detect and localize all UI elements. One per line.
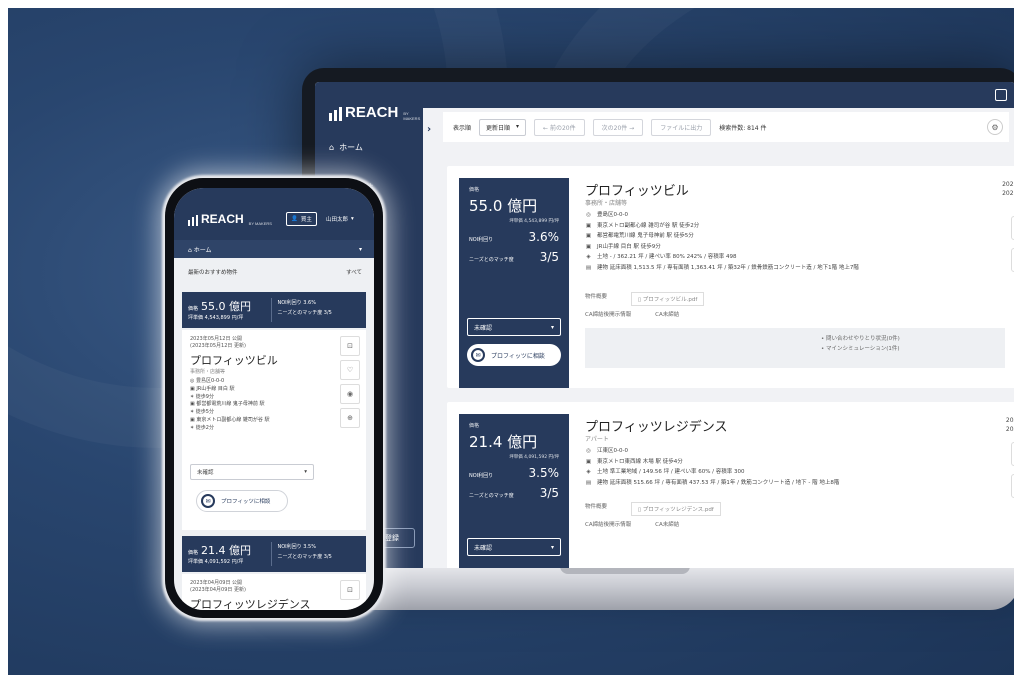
property-title[interactable]: プロフィッツビル [585, 180, 689, 199]
train-icon: ▣ [585, 233, 592, 239]
property-details: ◎ 豊島区0-0-0 ▣ JR山手線 目白 駅 ✶ 徒歩9分 ▣ 都営都電荒川線… [190, 378, 270, 431]
chat-icon[interactable]: ⊡ [340, 580, 360, 600]
chevron-down-icon: ▾ [351, 216, 354, 222]
status-dropdown[interactable]: 未確認 ▾ [467, 318, 561, 336]
result-count: 検索件数: 814 件 [719, 124, 767, 132]
train-icon: ▣ [190, 401, 195, 408]
noi-yield: 3.6% [528, 230, 560, 244]
share-icon[interactable]: ⊕ [340, 408, 360, 428]
location-icon: ◎ [190, 378, 195, 384]
property-price: 21.4 億円 [201, 544, 252, 557]
inquiry-history-link[interactable]: • 問い合わせやりとり状況(0件) [821, 334, 1005, 344]
property-summary-panel[interactable]: 価格 21.4 億円 坪単価 4,091,592 円/坪 NOI利回り 3.5% ニー… [182, 536, 366, 572]
building-icon: ▤ [585, 479, 592, 486]
chevron-down-icon: ▾ [516, 122, 520, 130]
location-icon: ◎ [586, 212, 591, 218]
chat-icon[interactable]: ⊡ [340, 336, 360, 356]
land-icon: ◈ [586, 469, 591, 475]
status-dropdown[interactable]: 未確認 ▾ [467, 538, 561, 556]
walk-icon: ✶ [190, 424, 195, 431]
property-overview-row: 物件概要 ▯ プロフィッツレジデンス.pdf [585, 502, 721, 516]
ca-row: CA締結後開示情報 CA未締結 [585, 522, 680, 528]
next-page-button[interactable]: 次の20件 → [592, 118, 644, 136]
property-card[interactable]: 価格 55.0 億円 坪単価 4,543,899 円/坪 NOI利回り 3.6% … [447, 166, 1014, 388]
topbar [423, 82, 1014, 108]
location-icon: ◎ [586, 448, 591, 454]
home-icon: ⌂ [188, 246, 192, 254]
user-icon: 👤 [291, 216, 298, 222]
match-score: 3/5 [539, 250, 559, 264]
pdf-link[interactable]: ▯ プロフィッツビル.pdf [631, 292, 705, 306]
chevron-down-icon: ▾ [358, 245, 362, 253]
walk-icon: ✶ [190, 409, 195, 416]
train-icon: ▣ [190, 416, 195, 423]
chevron-down-icon: ▾ [304, 469, 307, 475]
user-menu[interactable]: 山田太郎 ▾ [322, 212, 358, 226]
match-score: 3/5 [539, 486, 559, 500]
chevron-down-icon: ▾ [550, 543, 554, 551]
logo-bars-icon [329, 107, 342, 121]
favorite-icon[interactable]: ♡ [340, 360, 360, 380]
laptop-screen: REACHBY MAKERS ⌂ホーム ▦利用物件 登録 › 表示順 更新日順▾… [315, 82, 1014, 568]
logo-bars-icon [188, 215, 198, 226]
phone-nav-home[interactable]: ⌂ ホーム ▾ [174, 240, 374, 258]
property-type: 事務所・店舗等 [190, 369, 226, 375]
sidebar-collapse-icon[interactable]: › [427, 124, 431, 135]
buyer-button[interactable]: 👤 買主 [286, 212, 317, 226]
activity-notes: • 問い合わせやりとり状況(0件) • マインシミュレーション(1件) [585, 328, 1005, 368]
property-title[interactable]: プロフィッツビル [190, 352, 278, 368]
sort-select[interactable]: 更新日順 ▾ [479, 118, 527, 136]
property-card[interactable]: 2023年05月12日 公開 (2023年05月12日 更新) プロフィッツビル … [182, 330, 366, 530]
publish-date: 2023年02025年0 [1005, 417, 1014, 433]
property-summary-panel: 価格 21.4 億円 坪単価 4,091,592 円/坪 NOI利回り 3.5% … [459, 414, 569, 568]
chevron-down-icon: ▾ [550, 323, 554, 331]
property-price: 21.4 億円 [469, 433, 538, 451]
prev-page-button[interactable]: ← 前の20件 [534, 118, 585, 136]
property-price: 55.0 億円 [469, 197, 538, 215]
sort-label: 表示順 [453, 124, 472, 132]
logo[interactable]: REACH BY MAKERS [329, 104, 423, 121]
train-icon: ▣ [190, 385, 195, 392]
property-title[interactable]: プロフィッツレジデンス [585, 416, 727, 435]
property-card[interactable]: 2023年04月09日 公開 (2023年04月09日 更新) プロフィッツレジデ… [182, 574, 366, 610]
property-price: 55.0 億円 [201, 300, 252, 313]
publish-date: 2023年052025年05 [1002, 181, 1014, 197]
see-all-link[interactable]: すべて [346, 268, 362, 276]
phone-screen: REACH BY MAKERS 👤 買主 山田太郎 ▾ ⌂ ホーム ▾ 最新のおすすめ物… [174, 188, 374, 610]
noi-yield: 3.5% [528, 466, 560, 480]
settings-icon[interactable]: ⚙ [987, 119, 1003, 135]
property-details: ◎ 豊島区0-0-0 ▣ 東京メトロ副都心線 雑司が谷 駅 徒歩2分 ▣ 都営都電荒川… [585, 210, 859, 273]
chat-icon: ✉ [471, 348, 485, 362]
building-icon: ▤ [585, 264, 592, 271]
property-overview-row: 物件概要 ▯ プロフィッツビル.pdf [585, 292, 705, 306]
land-icon: ◈ [586, 254, 591, 260]
export-button[interactable]: ファイルに出力 [651, 118, 712, 136]
property-title[interactable]: プロフィッツレジデンス [190, 596, 311, 610]
view-icon[interactable]: ◉ [340, 384, 360, 404]
chat-icon: ✉ [201, 494, 215, 508]
logo[interactable]: REACH BY MAKERS [188, 212, 272, 226]
simulation-link[interactable]: • マインシミュレーション(1件) [821, 344, 1005, 354]
property-summary-panel: 価格 55.0 億円 坪単価 4,543,899 円/坪 NOI利回り 3.6% … [459, 178, 569, 388]
property-card[interactable]: 価格 21.4 億円 坪単価 4,091,592 円/坪 NOI利回り 3.5% … [447, 402, 1014, 568]
property-details: ◎ 江東区0-0-0 ▣ 東京メトロ東西線 木場 駅 徒歩4分 ◈ 土地 準工業地域 … [585, 446, 839, 488]
train-icon: ▣ [585, 243, 592, 250]
consult-button[interactable]: ✉ プロフィッツに相談 [467, 344, 561, 366]
property-summary-panel[interactable]: 価格 55.0 億円 坪単価 4,543,899 円/坪 NOI利回り 3.6% ニー… [182, 292, 366, 328]
pdf-link[interactable]: ▯ プロフィッツレジデンス.pdf [631, 502, 721, 516]
property-type: アパート [585, 436, 609, 443]
train-icon: ▣ [585, 458, 592, 465]
property-type: 事務所・店舗等 [585, 200, 628, 207]
walk-icon: ✶ [190, 393, 195, 400]
section-header: 最新のおすすめ物件 すべて [188, 268, 362, 276]
ca-row: CA締結後開示情報 CA未締結 [585, 312, 680, 318]
consult-button[interactable]: ✉ プロフィッツに相談 [196, 490, 288, 512]
account-icon[interactable] [995, 89, 1007, 101]
status-dropdown[interactable]: 未確認 ▾ [190, 464, 314, 480]
list-toolbar: 表示順 更新日順 ▾ ← 前の20件 次の20件 → ファイルに出力 検索件数: … [443, 112, 1009, 142]
sidebar-item-home[interactable]: ⌂ ホーム [329, 142, 363, 153]
home-icon: ⌂ [329, 143, 335, 152]
train-icon: ▣ [585, 222, 592, 229]
